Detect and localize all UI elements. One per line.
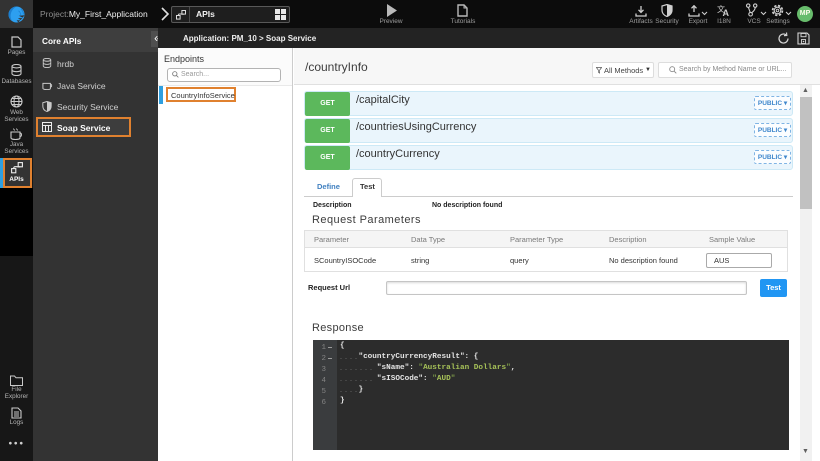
svg-text:A: A [723, 8, 730, 17]
